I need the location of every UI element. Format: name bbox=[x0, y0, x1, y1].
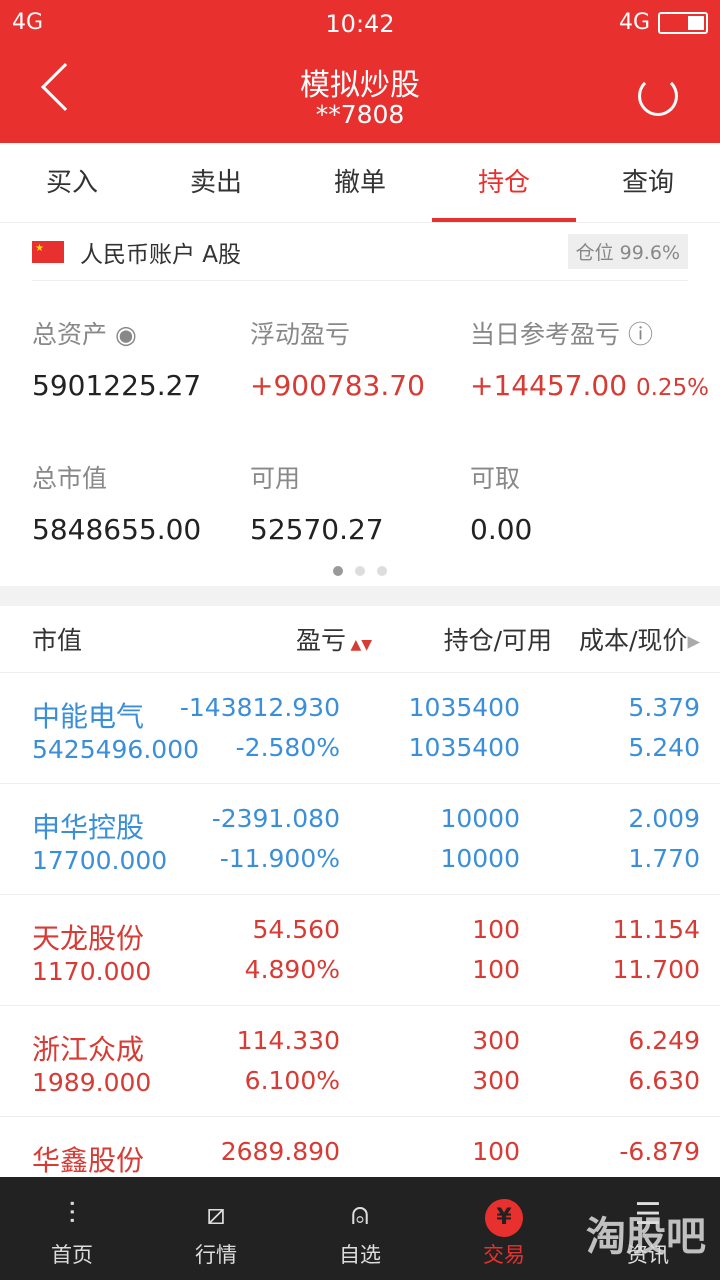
user-icon: ⍝ bbox=[351, 1197, 369, 1232]
account-number: **7808 bbox=[315, 100, 405, 129]
table-header: 市值 盈亏 ▲▼ 持仓/可用 成本/现价▸ bbox=[0, 606, 720, 673]
market-value-label: 总市值 bbox=[32, 464, 108, 493]
stock-price: 5.240 bbox=[628, 733, 700, 762]
stock-holding: 1035400 bbox=[408, 693, 520, 722]
table-row[interactable]: 浙江众成 1989.000 114.330 6.100% 300 300 6.2… bbox=[0, 1006, 720, 1117]
holdings-list: 中能电气 5425496.000 -143812.930 -2.580% 103… bbox=[0, 673, 720, 1228]
battery-icon bbox=[658, 11, 708, 34]
stock-price: 11.700 bbox=[612, 955, 700, 984]
section-divider bbox=[0, 586, 720, 606]
stock-available: 10000 bbox=[440, 844, 520, 873]
stock-price: 1.770 bbox=[628, 844, 700, 873]
withdrawable-label: 可取 bbox=[470, 464, 521, 493]
account-name: 人民币账户 A股 bbox=[80, 241, 242, 268]
bottom-nav: ⫶ 首页 ⧄ 行情 ⍝ 自选 ¥ 交易 ☰ 资讯 淘股吧 bbox=[0, 1177, 720, 1280]
clock: 10:42 bbox=[325, 10, 395, 38]
float-pl-label: 浮动盈亏 bbox=[250, 320, 351, 349]
stock-cost: -6.879 bbox=[619, 1137, 700, 1166]
stock-market-value: 5425496.000 bbox=[32, 735, 200, 764]
stock-cost: 11.154 bbox=[612, 915, 700, 944]
nav-home[interactable]: ⫶ 首页 bbox=[0, 1177, 144, 1280]
yen-icon: ¥ bbox=[485, 1199, 523, 1237]
col-pl[interactable]: 盈亏 ▲▼ bbox=[232, 621, 372, 657]
available-value: 52570.27 bbox=[250, 513, 384, 546]
stock-name: 申华控股 bbox=[32, 811, 145, 844]
stock-pl: 114.330 bbox=[236, 1026, 340, 1055]
total-assets-value: 5901225.27 bbox=[32, 369, 202, 402]
page-title: 模拟炒股 bbox=[300, 68, 420, 103]
stock-holding: 10000 bbox=[440, 804, 520, 833]
stock-cost: 6.249 bbox=[628, 1026, 700, 1055]
stock-holding: 300 bbox=[472, 1026, 520, 1055]
stock-available: 1035400 bbox=[408, 733, 520, 762]
stock-holding: 100 bbox=[472, 1137, 520, 1166]
stock-pl-percent: 4.890% bbox=[244, 955, 340, 984]
nav-watchlist[interactable]: ⍝ 自选 bbox=[288, 1177, 432, 1280]
market-value-value: 5848655.00 bbox=[32, 513, 202, 546]
stock-cost: 5.379 bbox=[628, 693, 700, 722]
refresh-icon[interactable] bbox=[638, 76, 678, 116]
stock-market-value: 1170.000 bbox=[32, 957, 152, 986]
stock-name: 中能电气 bbox=[32, 700, 145, 733]
china-flag-icon bbox=[32, 240, 64, 263]
available-label: 可用 bbox=[250, 464, 301, 493]
stock-market-value: 1989.000 bbox=[32, 1068, 152, 1097]
tab-holdings[interactable]: 持仓 bbox=[432, 143, 576, 222]
stock-pl-percent: -2.580% bbox=[235, 733, 340, 762]
info-icon[interactable]: ⓘ bbox=[628, 320, 653, 349]
app-header: 4G 10:42 4G 模拟炒股 **7808 bbox=[0, 0, 720, 143]
daily-pl-label: 当日参考盈亏 bbox=[470, 320, 621, 349]
network-indicator: 4G bbox=[618, 10, 650, 35]
asset-summary[interactable]: 总资产 ◉ 5901225.27 浮动盈亏 +900783.70 当日参考盈亏 ⓘ +… bbox=[0, 281, 720, 586]
daily-pl-percent: 0.25% bbox=[635, 375, 710, 401]
tab-buy[interactable]: 买入 bbox=[0, 143, 144, 222]
stock-name: 华鑫股份 bbox=[32, 1144, 145, 1177]
position-badge: 仓位 99.6% bbox=[567, 234, 688, 269]
col-cost[interactable]: 成本/现价▸ bbox=[552, 621, 700, 657]
stock-price: 6.630 bbox=[628, 1066, 700, 1095]
candlestick-icon: ⫶ bbox=[68, 1197, 76, 1232]
table-row[interactable]: 申华控股 17700.000 -2391.080 -11.900% 10000 … bbox=[0, 784, 720, 895]
nav-market[interactable]: ⧄ 行情 bbox=[144, 1177, 288, 1280]
float-pl-value: +900783.70 bbox=[250, 369, 425, 402]
table-row[interactable]: 中能电气 5425496.000 -143812.930 -2.580% 103… bbox=[0, 673, 720, 784]
stock-name: 浙江众成 bbox=[32, 1033, 145, 1066]
stock-pl-percent: 6.100% bbox=[244, 1066, 340, 1095]
stock-holding: 100 bbox=[472, 915, 520, 944]
stock-available: 300 bbox=[472, 1066, 520, 1095]
tab-sell[interactable]: 卖出 bbox=[144, 143, 288, 222]
stock-market-value: 17700.000 bbox=[32, 846, 168, 875]
tab-query[interactable]: 查询 bbox=[576, 143, 720, 222]
tab-cancel[interactable]: 撤单 bbox=[288, 143, 432, 222]
stock-name: 天龙股份 bbox=[32, 922, 145, 955]
nav-trade[interactable]: ¥ 交易 bbox=[432, 1177, 576, 1280]
trade-tabs: 买入 卖出 撤单 持仓 查询 bbox=[0, 143, 720, 223]
chart-icon: ⧄ bbox=[206, 1197, 226, 1232]
total-assets-label: 总资产 bbox=[32, 320, 108, 349]
stock-pl-percent: -11.900% bbox=[219, 844, 340, 873]
stock-pl: 2689.890 bbox=[220, 1137, 340, 1166]
eye-icon[interactable]: ◉ bbox=[115, 320, 137, 349]
watermark: 淘股吧 bbox=[586, 1214, 706, 1260]
stock-pl: -143812.930 bbox=[179, 693, 340, 722]
table-row[interactable]: 天龙股份 1170.000 54.560 4.890% 100 100 11.1… bbox=[0, 895, 720, 1006]
col-hold[interactable]: 持仓/可用 bbox=[372, 621, 552, 657]
status-bar: 4G 10:42 4G bbox=[0, 0, 720, 48]
stock-available: 100 bbox=[472, 955, 520, 984]
daily-pl-value: +14457.00 bbox=[470, 369, 628, 402]
stock-pl: 54.560 bbox=[252, 915, 340, 944]
page-indicator bbox=[0, 561, 720, 580]
withdrawable-value: 0.00 bbox=[470, 513, 533, 546]
stock-pl: -2391.080 bbox=[211, 804, 340, 833]
col-market-value[interactable]: 市值 bbox=[32, 621, 232, 657]
account-row[interactable]: 人民币账户 A股 仓位 99.6% bbox=[32, 223, 688, 281]
stock-cost: 2.009 bbox=[628, 804, 700, 833]
